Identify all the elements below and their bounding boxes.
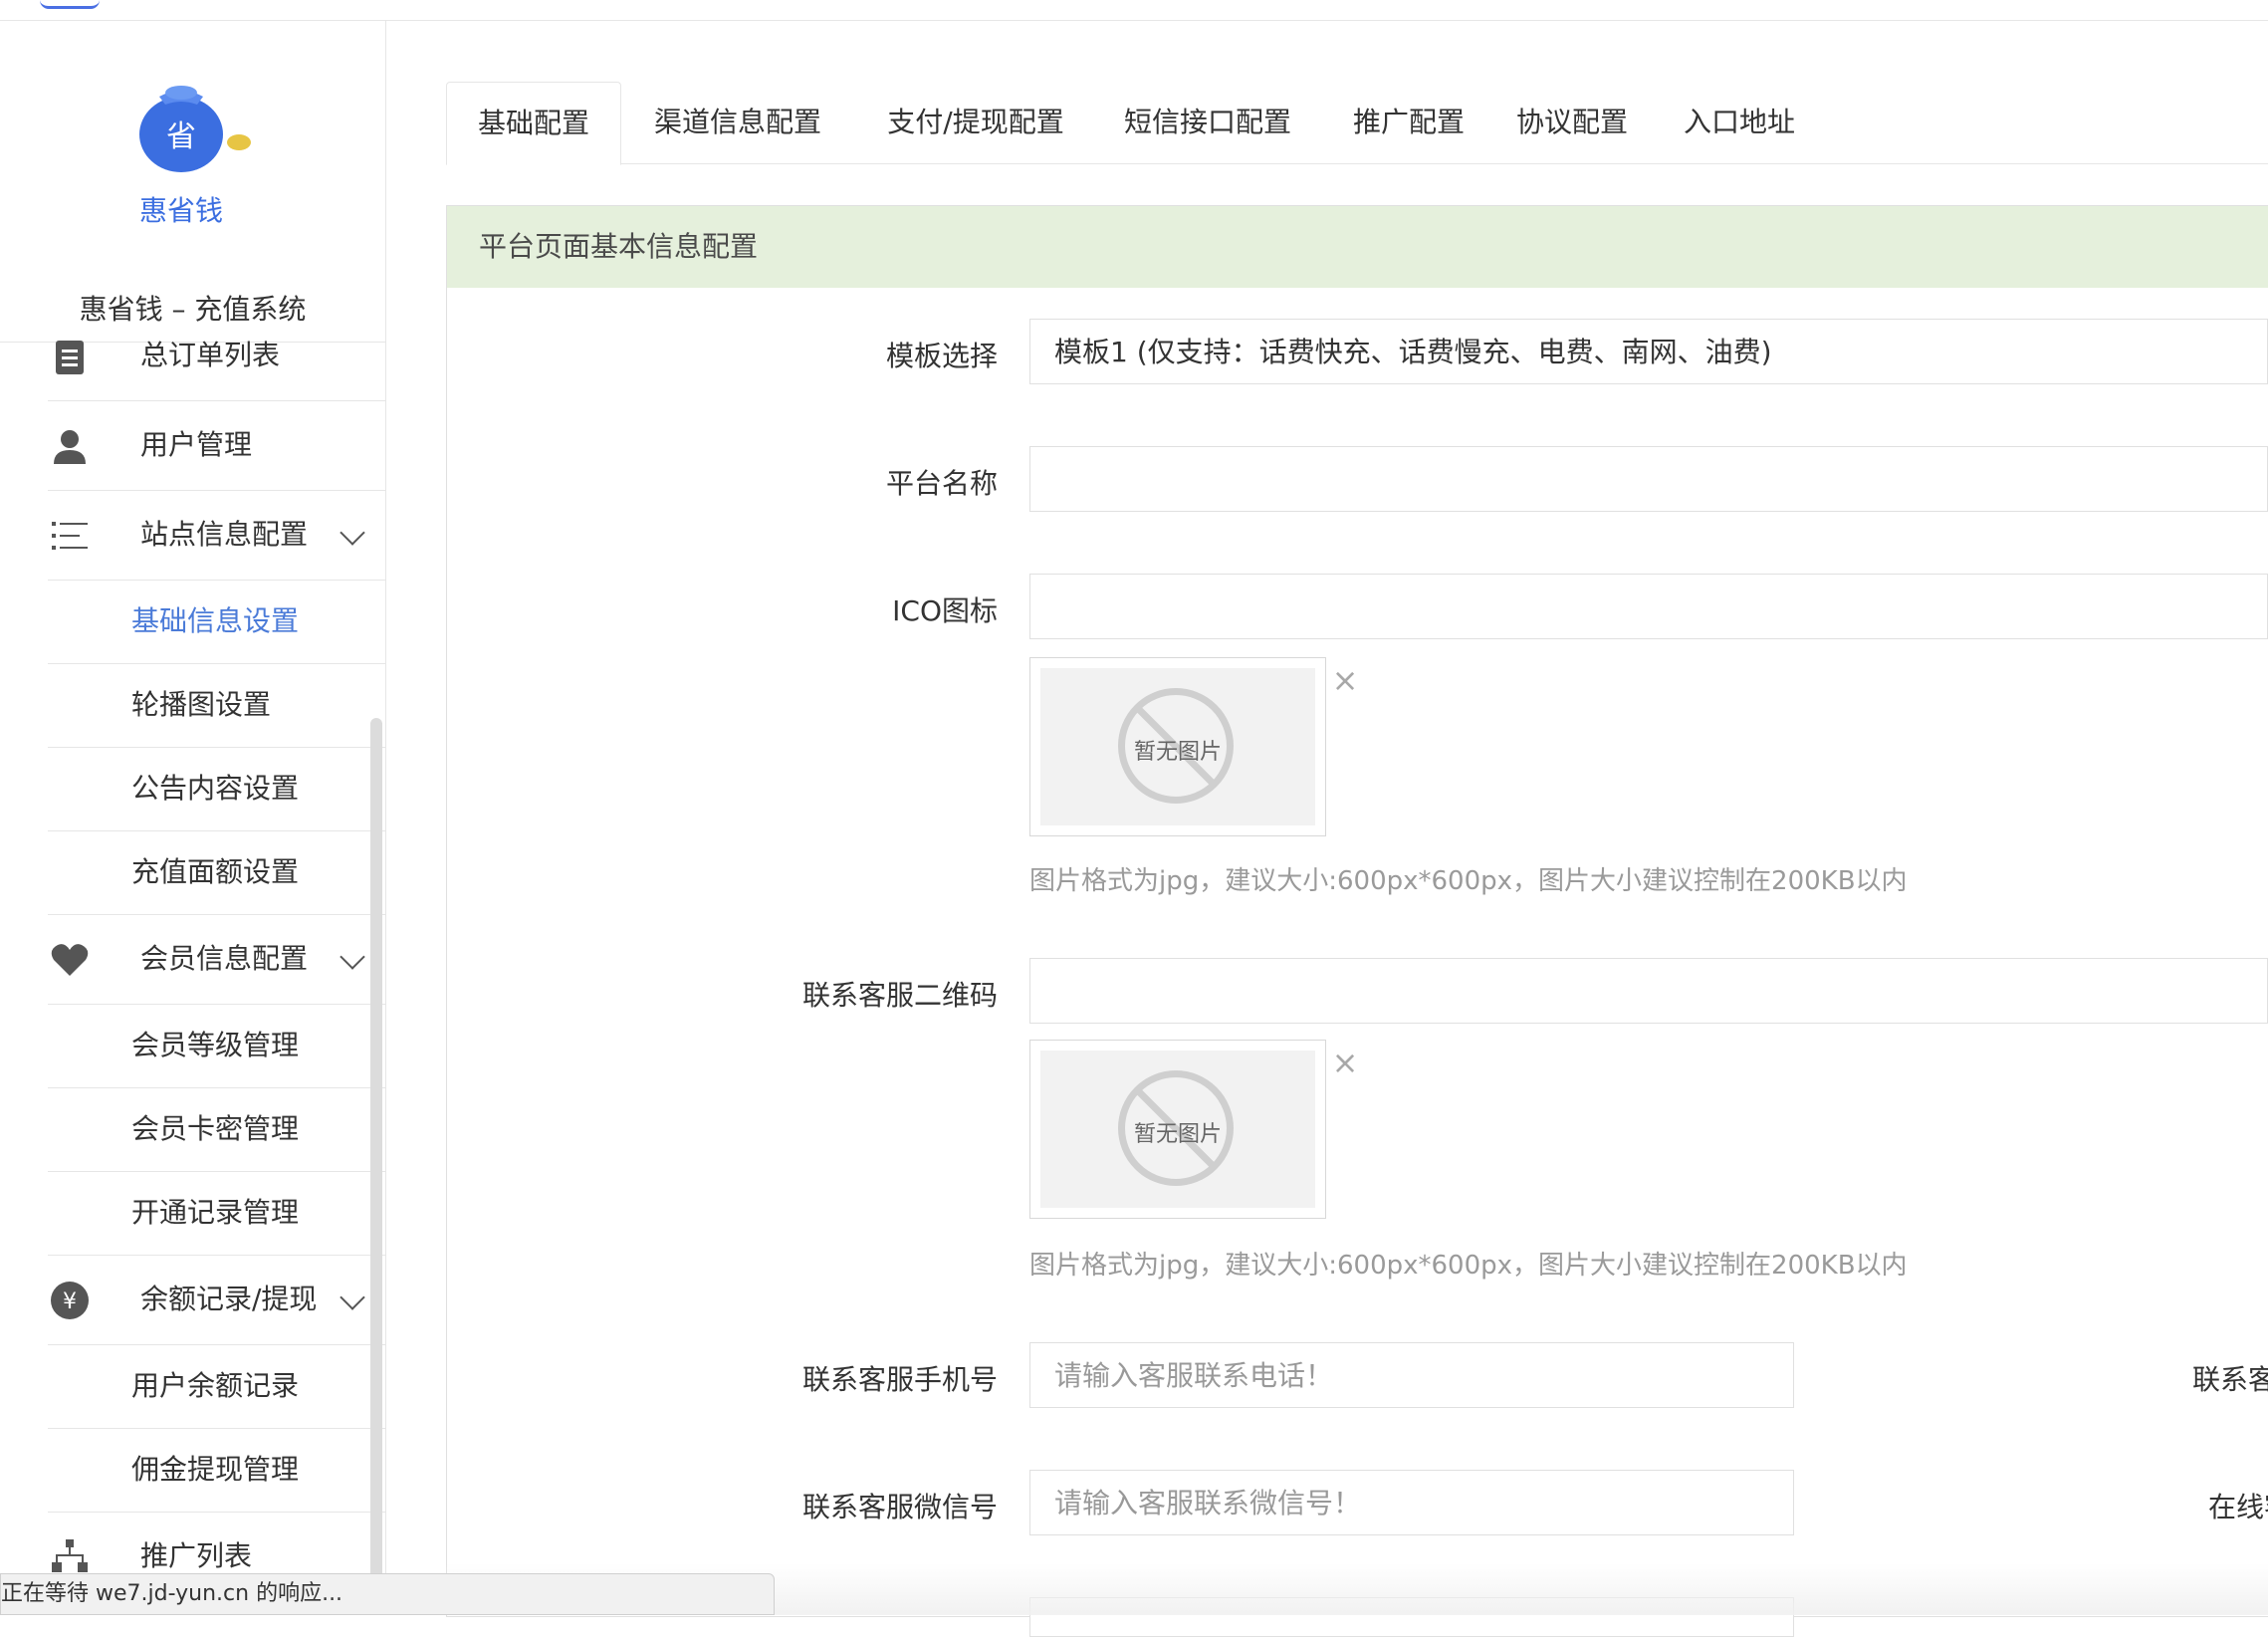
panel-title: 平台页面基本信息配置 xyxy=(479,230,759,263)
browser-status-bar: 正在等待 we7.jd-yun.cn 的响应... xyxy=(0,1573,775,1615)
ico-input[interactable] xyxy=(1029,574,2268,639)
yen-icon: ¥ xyxy=(51,1282,89,1319)
sidebar-subitem-label: 轮播图设置 xyxy=(131,688,272,721)
chevron-down-icon xyxy=(340,944,365,970)
sidebar-item-site-config[interactable]: 站点信息配置 xyxy=(48,490,385,581)
sidebar: 省 惠省钱 惠省钱 – 充值系统 总订单列表 用户管理 站点信息配置 基础信息设… xyxy=(0,21,386,1615)
sidebar-item-orders[interactable]: 总订单列表 xyxy=(48,311,385,401)
sidebar-subitem-label: 会员卡密管理 xyxy=(131,1112,300,1145)
phone-label: 联系客服手机号 xyxy=(801,1363,998,1396)
org-chart-icon xyxy=(52,1539,88,1572)
tab-agreement-config[interactable]: 协议配置 xyxy=(1507,82,1637,163)
sidebar-subitem-label: 基础信息设置 xyxy=(131,604,300,637)
platform-name-input[interactable] xyxy=(1029,446,2268,512)
sidebar-subitem-denomination[interactable]: 充值面额设置 xyxy=(48,830,385,915)
sidebar-item-member-config[interactable]: 会员信息配置 xyxy=(48,914,385,1005)
sidebar-item-label: 站点信息配置 xyxy=(140,518,309,551)
sidebar-subitem-label: 开通记录管理 xyxy=(131,1196,300,1229)
image-placeholder: 暂无图片 xyxy=(1040,1051,1315,1208)
sidebar-item-label: 余额记录/提现 xyxy=(140,1283,318,1315)
sidebar-subitem-notice[interactable]: 公告内容设置 xyxy=(48,747,385,831)
tab-channel-config[interactable]: 渠道信息配置 xyxy=(643,82,832,163)
phone-right-label: 联系客 xyxy=(2192,1363,2268,1396)
sidebar-subitem-member-card[interactable]: 会员卡密管理 xyxy=(48,1087,385,1172)
no-image-text: 暂无图片 xyxy=(1133,740,1222,765)
sidebar-subitem-withdraw[interactable]: 佣金提现管理 xyxy=(48,1428,385,1513)
platform-name-label: 平台名称 xyxy=(885,467,998,500)
sidebar-subitem-label: 公告内容设置 xyxy=(131,772,300,805)
sidebar-item-users[interactable]: 用户管理 xyxy=(48,400,385,491)
sidebar-item-label: 用户管理 xyxy=(140,428,253,461)
sidebar-subitem-member-level[interactable]: 会员等级管理 xyxy=(48,1004,385,1088)
sidebar-subitem-open-records[interactable]: 开通记录管理 xyxy=(48,1171,385,1256)
tab-basic-config[interactable]: 基础配置 xyxy=(446,82,621,165)
heart-icon xyxy=(51,944,89,976)
sidebar-item-label: 会员信息配置 xyxy=(140,942,309,975)
sidebar-subitem-label: 会员等级管理 xyxy=(131,1029,300,1061)
ico-image-hint: 图片格式为jpg，建议大小:600px*600px，图片大小建议控制在200KB… xyxy=(1029,866,1908,896)
sidebar-subitem-basic-info[interactable]: 基础信息设置 xyxy=(48,580,385,664)
app-logo: 省 惠省钱 xyxy=(139,86,251,227)
sidebar-scrollbar[interactable] xyxy=(370,718,382,1594)
top-logo-edge xyxy=(40,0,100,9)
wechat-input[interactable]: 请输入客服联系微信号！ xyxy=(1029,1470,1794,1535)
config-tabs: 基础配置 渠道信息配置 支付/提现配置 短信接口配置 推广配置 协议配置 入口地… xyxy=(446,82,2268,165)
panel-header: 平台页面基本信息配置 xyxy=(447,206,2268,288)
chevron-down-icon xyxy=(340,520,365,546)
phone-input[interactable]: 请输入客服联系电话！ xyxy=(1029,1342,1794,1408)
user-icon xyxy=(54,430,86,464)
wechat-right-label: 在线客 xyxy=(2208,1491,2268,1523)
sidebar-menu: 总订单列表 用户管理 站点信息配置 基础信息设置 轮播图设置 公告内容设置 充值… xyxy=(0,339,385,1615)
tab-label: 渠道信息配置 xyxy=(653,106,821,138)
sidebar-subitem-label: 佣金提现管理 xyxy=(131,1453,300,1486)
qr-image-preview: 暂无图片 xyxy=(1029,1040,1326,1219)
logo-text: 惠省钱 xyxy=(139,194,223,227)
sidebar-item-label: 总订单列表 xyxy=(140,339,281,371)
menu-lines-icon xyxy=(52,522,88,550)
sidebar-subitem-label: 用户余额记录 xyxy=(131,1369,300,1402)
tab-label: 推广配置 xyxy=(1352,106,1465,138)
sidebar-item-balance[interactable]: ¥ 余额记录/提现 xyxy=(48,1255,385,1345)
tab-entry-url[interactable]: 入口地址 xyxy=(1675,82,1804,163)
tab-label: 入口地址 xyxy=(1683,106,1795,138)
close-icon[interactable]: × xyxy=(1330,664,1360,696)
close-icon[interactable]: × xyxy=(1330,1047,1360,1078)
template-label: 模板选择 xyxy=(885,340,998,372)
list-icon xyxy=(56,341,84,374)
tab-promotion-config[interactable]: 推广配置 xyxy=(1344,82,1474,163)
tab-payment-config[interactable]: 支付/提现配置 xyxy=(878,82,1073,163)
logo-badge-text: 省 xyxy=(166,119,196,154)
ico-image-preview: 暂无图片 xyxy=(1029,657,1326,836)
sidebar-subitem-user-balance[interactable]: 用户余额记录 xyxy=(48,1344,385,1429)
tab-label: 协议配置 xyxy=(1515,106,1628,138)
top-bar xyxy=(0,0,2268,21)
brand: 省 惠省钱 惠省钱 – 充值系统 xyxy=(0,21,385,343)
chevron-down-icon xyxy=(340,1285,365,1310)
tab-label: 基础配置 xyxy=(477,107,589,139)
image-placeholder: 暂无图片 xyxy=(1040,668,1315,825)
tab-label: 支付/提现配置 xyxy=(887,106,1064,138)
qr-label: 联系客服二维码 xyxy=(801,979,998,1012)
qr-input[interactable] xyxy=(1029,958,2268,1024)
tab-sms-config[interactable]: 短信接口配置 xyxy=(1113,82,1302,163)
qr-image-hint: 图片格式为jpg，建议大小:600px*600px，图片大小建议控制在200KB… xyxy=(1029,1251,1908,1281)
template-select[interactable]: 模板1 (仅支持：话费快充、话费慢充、电费、南网、油费) xyxy=(1029,319,2268,384)
ico-label: ICO图标 xyxy=(892,594,998,627)
wechat-label: 联系客服微信号 xyxy=(801,1491,998,1523)
sidebar-subitem-banner[interactable]: 轮播图设置 xyxy=(48,663,385,748)
yen-symbol: ¥ xyxy=(63,1289,77,1314)
no-image-text: 暂无图片 xyxy=(1133,1122,1222,1147)
tab-label: 短信接口配置 xyxy=(1123,106,1291,138)
sidebar-subitem-label: 充值面额设置 xyxy=(131,855,300,888)
